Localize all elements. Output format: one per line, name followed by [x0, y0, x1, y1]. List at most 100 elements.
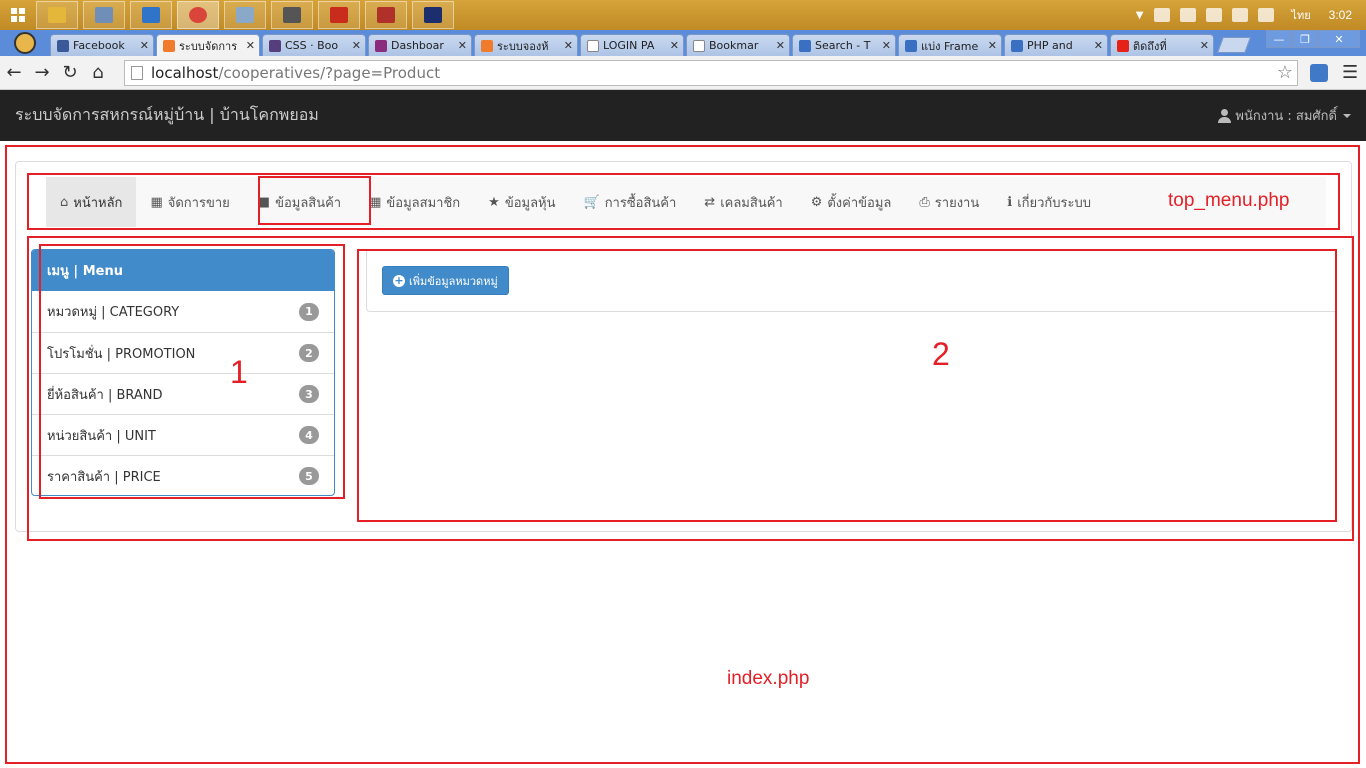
annotation-index-label: index.php — [727, 668, 810, 689]
tab-close-icon[interactable]: ✕ — [564, 39, 573, 52]
count-badge: 3 — [299, 385, 319, 403]
tab-close-icon[interactable]: ✕ — [352, 39, 361, 52]
tab-title: ติดถึงที่ — [1133, 39, 1167, 53]
tab-close-icon[interactable]: ✕ — [1094, 39, 1103, 52]
tab-close-icon[interactable]: ✕ — [776, 39, 785, 52]
side-menu-item[interactable]: ยี่ห้อสินค้า | BRAND 3 — [32, 373, 334, 414]
taskbar-app-chrome[interactable] — [177, 1, 219, 29]
top-menu-item[interactable]: ℹ เกี่ยวกับระบบ — [993, 177, 1105, 227]
side-menu-label: ราคาสินค้า | PRICE — [47, 469, 161, 485]
top-menu-item[interactable]: ⎙ รายงาน — [905, 177, 993, 227]
tab-close-icon[interactable]: ✕ — [458, 39, 467, 52]
browser-tab[interactable]: PHP and ✕ — [1004, 34, 1108, 56]
taskbar-app-filezilla[interactable] — [365, 1, 407, 29]
tab-close-icon[interactable]: ✕ — [988, 39, 997, 52]
volume-icon[interactable] — [1258, 8, 1275, 22]
address-input[interactable]: localhost/cooperatives/?page=Product ☆ — [124, 59, 1298, 86]
browser-tab[interactable]: Facebook ✕ — [50, 34, 154, 56]
os-taskbar: ▼ ไทย 3:02 — [0, 0, 1366, 30]
internet-explorer-icon — [142, 7, 160, 23]
browser-tab[interactable]: LOGIN PA ✕ — [580, 34, 684, 56]
top-menu-item[interactable]: 🛒 การซื้อสินค้า — [570, 177, 691, 227]
skype-icon[interactable] — [1180, 8, 1197, 22]
tab-close-icon[interactable]: ✕ — [246, 39, 255, 52]
browser-tab[interactable]: Bookmar ✕ — [686, 34, 790, 56]
app-brand[interactable]: ระบบจัดการสหกรณ์หมู่บ้าน | บ้านโคกพยอม — [15, 103, 319, 128]
top-menu-label: ตั้งค่าข้อมูล — [827, 195, 892, 211]
start-button[interactable] — [0, 0, 36, 30]
language-indicator[interactable]: ไทย — [1291, 6, 1310, 24]
taskbar-app-file-explorer[interactable] — [36, 1, 78, 29]
tab-close-icon[interactable]: ✕ — [670, 39, 679, 52]
close-window-icon[interactable]: ✕ — [1318, 30, 1360, 48]
browser-tab[interactable]: ระบบจองห้ ✕ — [474, 34, 578, 56]
tab-close-icon[interactable]: ✕ — [1200, 39, 1209, 52]
count-badge: 5 — [299, 467, 319, 485]
device-icon[interactable] — [1206, 8, 1223, 22]
browser-tab[interactable]: แบ่ง Frame ✕ — [898, 34, 1002, 56]
top-menu-label: จัดการขาย — [167, 195, 230, 211]
user-dropdown[interactable]: พนักงาน : สมศักดิ์ — [1218, 105, 1351, 126]
reload-icon[interactable]: ↻ — [56, 59, 84, 87]
tray-expand-icon[interactable]: ▼ — [1136, 10, 1144, 21]
annotation-side-label: 1 — [230, 354, 248, 390]
back-icon[interactable]: ← — [0, 59, 28, 87]
tab-close-icon[interactable]: ✕ — [882, 39, 891, 52]
restore-icon[interactable]: ❐ — [1292, 30, 1318, 48]
top-menu-item[interactable]: ⇄ เคลมสินค้า — [690, 177, 796, 227]
favicon-icon — [375, 39, 387, 52]
filezilla-icon — [377, 7, 395, 23]
taskbar-app-email[interactable] — [83, 1, 125, 29]
top-menu-item[interactable]: ▦ ข้อมูลสมาชิก — [355, 177, 474, 227]
taskbar-app-acrobat[interactable] — [318, 1, 360, 29]
retweet-icon: ⇄ — [704, 194, 716, 210]
top-menu-item[interactable]: ▦ จัดการขาย — [136, 177, 243, 227]
top-menu-item[interactable]: ★ ข้อมูลหุ้น — [474, 177, 569, 227]
rss-icon[interactable] — [1310, 63, 1328, 82]
favicon-icon — [587, 39, 599, 52]
taskbar-app-internet-explorer[interactable] — [130, 1, 172, 29]
notepad-icon — [236, 7, 254, 23]
side-menu-item[interactable]: โปรโมชั่น | PROMOTION 2 — [32, 332, 334, 373]
user-name: พนักงาน : สมศักดิ์ — [1235, 109, 1337, 124]
add-category-button[interactable]: + เพิ่มข้อมูลหมวดหมู่ — [382, 266, 509, 295]
tab-title: แบ่ง Frame — [921, 39, 979, 53]
side-menu-item[interactable]: ราคาสินค้า | PRICE 5 — [32, 455, 334, 495]
th-icon: ▦ — [369, 194, 382, 210]
taskbar-app-notepad[interactable] — [224, 1, 266, 29]
tab-title: Bookmar — [709, 39, 759, 52]
side-menu-item[interactable]: หมวดหมู่ | CATEGORY 1 — [32, 291, 334, 332]
browser-tab[interactable]: Search - T ✕ — [792, 34, 896, 56]
page-icon — [131, 65, 143, 80]
taskbar-app-photoshop[interactable] — [412, 1, 454, 29]
side-menu-item[interactable]: หน่วยสินค้า | UNIT 4 — [32, 414, 334, 455]
browser-tab-strip: Facebook ✕ ระบบจัดการ ✕ CSS · Boo ✕ Dashboar ✕ ร… — [0, 30, 1366, 56]
top-menu-item[interactable]: ■ ข้อมูลสินค้า — [244, 177, 355, 227]
browser-tab[interactable]: ระบบจัดการ ✕ — [156, 34, 260, 56]
side-menu-title: เมนู | Menu — [32, 250, 334, 291]
browser-tab[interactable]: CSS · Boo ✕ — [262, 34, 366, 56]
tab-close-icon[interactable]: ✕ — [140, 39, 149, 52]
bookmark-star-icon[interactable]: ☆ — [1277, 62, 1293, 83]
tab-title: LOGIN PA — [603, 39, 655, 52]
cog-icon: ⚙ — [810, 194, 823, 210]
user-icon — [1218, 108, 1232, 123]
favicon-icon — [163, 39, 175, 52]
signal-icon[interactable] — [1232, 8, 1249, 22]
browser-tab[interactable]: Dashboar ✕ — [368, 34, 472, 56]
forward-icon[interactable]: → — [28, 59, 56, 87]
browser-tab[interactable]: ติดถึงที่ ✕ — [1110, 34, 1214, 56]
new-tab-button[interactable] — [1217, 37, 1251, 53]
dropbox-icon[interactable] — [1154, 8, 1171, 22]
favicon-icon — [57, 39, 69, 52]
minimize-icon[interactable]: — — [1266, 30, 1292, 48]
top-menu-label: รายงาน — [934, 195, 980, 211]
clock[interactable]: 3:02 — [1329, 8, 1352, 22]
browser-profile-avatar[interactable] — [0, 30, 50, 56]
windows-logo-icon — [11, 8, 25, 22]
home-button-icon[interactable]: ⌂ — [84, 59, 112, 87]
top-menu-item[interactable]: ⌂ หน้าหลัก — [46, 177, 137, 227]
top-menu-item[interactable]: ⚙ ตั้งค่าข้อมูล — [797, 177, 906, 227]
browser-menu-icon[interactable]: ☰ — [1342, 62, 1358, 83]
taskbar-app-media[interactable] — [271, 1, 313, 29]
